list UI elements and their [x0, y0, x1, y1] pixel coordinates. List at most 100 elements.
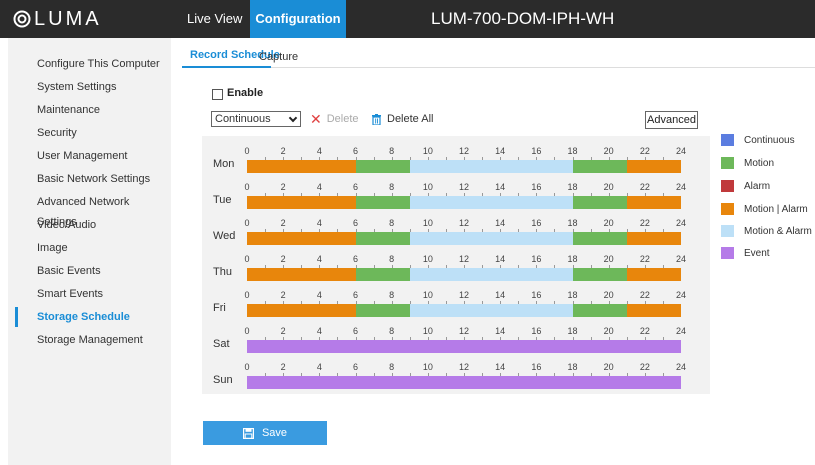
schedule-track-mon[interactable] [247, 160, 681, 173]
tick-label: 4 [316, 326, 322, 336]
sidebar-item-advanced-network-settings[interactable]: Advanced Network Settings [8, 192, 171, 228]
legend-item-motion[interactable]: Motion [721, 156, 774, 170]
sidebar-item-video-audio[interactable]: Video/Audio [8, 215, 171, 235]
save-button[interactable]: Save [203, 421, 327, 445]
top-bar: LUMA Live View Configuration LUM-700-DOM… [0, 0, 815, 38]
tick-label: 12 [458, 326, 470, 336]
tick-label: 16 [531, 218, 542, 228]
schedule-segment-motion-or-alarm[interactable] [626, 304, 681, 317]
schedule-segment-motion-or-alarm[interactable] [626, 196, 681, 209]
sidebar-item-smart-events[interactable]: Smart Events [8, 284, 171, 304]
legend-swatch [721, 134, 734, 146]
sidebar-item-storage-schedule[interactable]: Storage Schedule [8, 307, 171, 327]
tick-label: 2 [280, 146, 286, 156]
day-label-wed: Wed [213, 230, 236, 242]
tab-capture[interactable]: Capture [259, 51, 298, 63]
save-icon [242, 427, 254, 439]
legend-item-motion-and-alarm[interactable]: Motion & Alarm [721, 224, 812, 238]
sidebar-item-image[interactable]: Image [8, 238, 171, 258]
schedule-segment-motion-or-alarm[interactable] [247, 196, 356, 209]
tick-label: 4 [316, 146, 322, 156]
legend-item-continuous[interactable]: Continuous [721, 133, 795, 147]
tick-label: 20 [603, 146, 614, 156]
advanced-button[interactable]: Advanced [645, 111, 698, 129]
schedule-segment-event[interactable] [247, 340, 681, 353]
tick-label: 20 [603, 182, 614, 192]
legend-item-event[interactable]: Event [721, 246, 770, 260]
tick-label: 22 [639, 182, 650, 192]
schedule-segment-motion[interactable] [355, 232, 410, 245]
sidebar-item-storage-management[interactable]: Storage Management [8, 330, 171, 350]
record-type-select[interactable]: Continuous [211, 111, 301, 127]
schedule-track-thu[interactable] [247, 268, 681, 281]
nav-configuration[interactable]: Configuration [250, 0, 346, 38]
schedule-segment-motion[interactable] [572, 304, 627, 317]
sidebar-item-security[interactable]: Security [8, 123, 171, 143]
schedule-segment-motion[interactable] [355, 304, 410, 317]
schedule-segment-motion[interactable] [572, 160, 627, 173]
delete-button[interactable]: ✕ Delete [310, 112, 359, 126]
device-name: LUM-700-DOM-IPH-WH [431, 9, 615, 28]
schedule-segment-motion-or-alarm[interactable] [626, 160, 681, 173]
schedule-segment-motion-or-alarm[interactable] [247, 304, 356, 317]
tick-label: 6 [352, 290, 359, 300]
schedule-segment-motion-or-alarm[interactable] [626, 232, 681, 245]
schedule-segment-motion-or-alarm[interactable] [626, 268, 681, 281]
delete-all-label: Delete All [387, 113, 434, 125]
tick-label: 16 [531, 290, 542, 300]
delete-all-button[interactable]: Delete All [372, 113, 433, 125]
schedule-track-wed[interactable] [247, 232, 681, 245]
schedule-segment-motion-and-alarm[interactable] [409, 196, 573, 209]
nav-live-view[interactable]: Live View [187, 0, 242, 38]
schedule-segment-motion-or-alarm[interactable] [247, 160, 356, 173]
tick-label: 8 [389, 146, 395, 156]
legend-item-alarm[interactable]: Alarm [721, 179, 770, 193]
tick-label: 6 [352, 326, 359, 336]
schedule-segment-motion[interactable] [355, 160, 410, 173]
enable-checkbox[interactable] [212, 89, 223, 100]
sidebar-item-basic-network-settings[interactable]: Basic Network Settings [8, 169, 171, 189]
time-axis: 0 2 4 6 8 10 12 14 16 18 20 22 24 [244, 182, 686, 192]
sidebar-item-system-settings[interactable]: System Settings [8, 77, 171, 97]
day-label-tue: Tue [213, 194, 232, 206]
schedule-segment-motion-or-alarm[interactable] [247, 268, 356, 281]
tick-label: 12 [458, 290, 470, 300]
schedule-segment-motion-and-alarm[interactable] [409, 232, 573, 245]
tick-label: 22 [639, 362, 650, 372]
schedule-segment-motion[interactable] [572, 268, 627, 281]
schedule-segment-motion[interactable] [572, 196, 627, 209]
tick-label: 24 [675, 290, 687, 300]
tick-label: 18 [567, 290, 578, 300]
tick-label: 6 [352, 182, 359, 192]
sidebar-item-maintenance[interactable]: Maintenance [8, 100, 171, 120]
save-label: Save [261, 427, 288, 439]
sidebar-item-basic-events[interactable]: Basic Events [8, 261, 171, 281]
schedule-segment-motion-or-alarm[interactable] [247, 232, 356, 245]
schedule-track-sun[interactable] [247, 376, 681, 389]
tick-label: 12 [458, 218, 470, 228]
schedule-segment-event[interactable] [247, 376, 681, 389]
tick-label: 10 [422, 362, 433, 372]
tick-label: 4 [316, 290, 322, 300]
tick-label: 0 [244, 218, 250, 228]
tick-label: 4 [316, 218, 322, 228]
tick-label: 20 [603, 362, 614, 372]
legend-label: Alarm [744, 180, 771, 192]
schedule-segment-motion-and-alarm[interactable] [409, 304, 573, 317]
schedule-segment-motion-and-alarm[interactable] [409, 160, 573, 173]
schedule-segment-motion-and-alarm[interactable] [409, 268, 573, 281]
schedule-segment-motion[interactable] [355, 268, 410, 281]
tick-label: 12 [458, 146, 470, 156]
schedule-segment-motion[interactable] [572, 232, 627, 245]
legend-item-motion-or-alarm[interactable]: Motion | Alarm [721, 202, 808, 216]
time-axis: 0 2 4 6 8 10 12 14 16 18 20 22 24 [244, 146, 686, 156]
schedule-segment-motion[interactable] [355, 196, 410, 209]
sidebar-item-configure-this-computer[interactable]: Configure This Computer [8, 54, 171, 74]
schedule-track-tue[interactable] [247, 196, 681, 209]
tick-label: 18 [567, 254, 578, 264]
schedule-track-sat[interactable] [247, 340, 681, 353]
sidebar-item-user-management[interactable]: User Management [8, 146, 171, 166]
tick-label: 16 [531, 362, 542, 372]
tick-label: 8 [389, 182, 395, 192]
schedule-track-fri[interactable] [247, 304, 681, 317]
